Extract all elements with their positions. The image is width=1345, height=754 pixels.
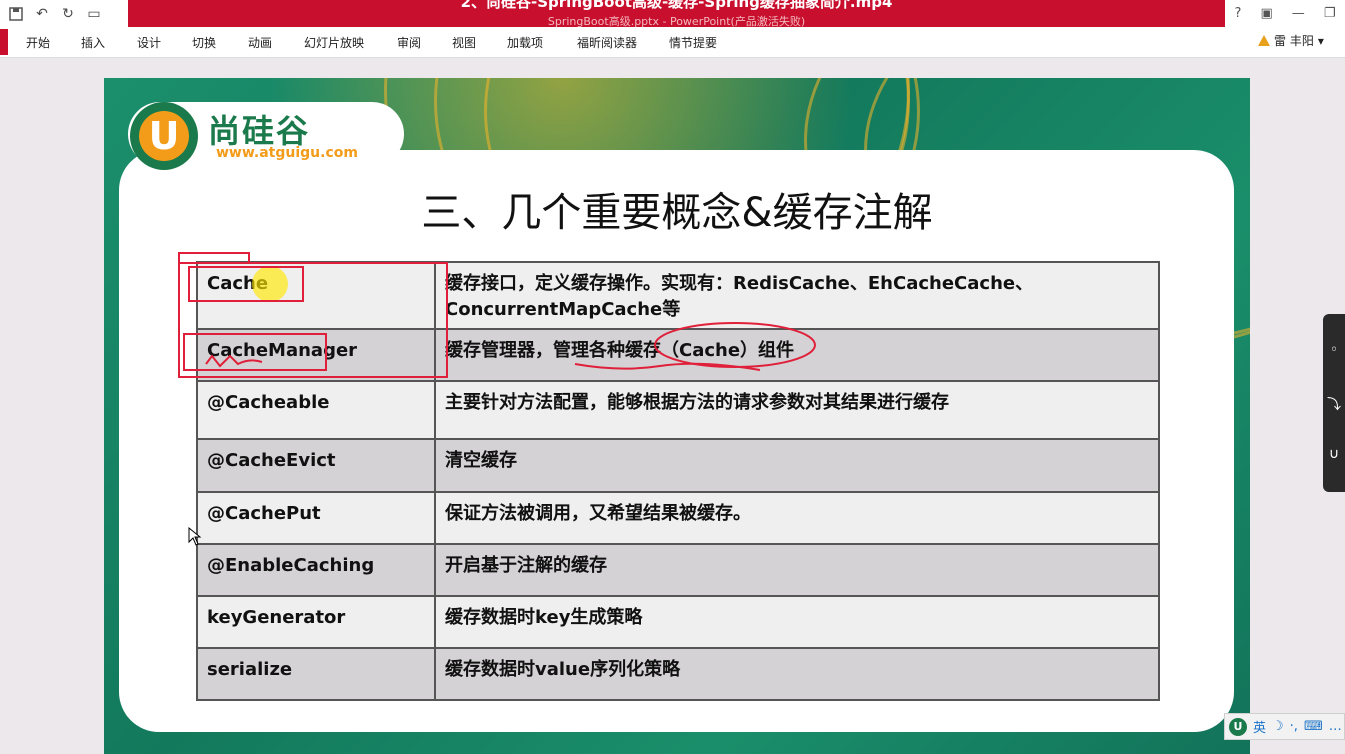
keyboard-icon[interactable]: ⌨ (1304, 719, 1323, 734)
mouse-cursor-icon (188, 527, 202, 546)
ime-toolbar: U 英 ☽ ·, ⌨ … (1224, 713, 1345, 740)
more-icon[interactable]: … (1329, 719, 1342, 734)
ime-language[interactable]: 英 (1253, 717, 1266, 736)
punctuation-icon[interactable]: ·, (1290, 719, 1298, 734)
side-control-icon[interactable]: ∪ (1323, 446, 1345, 462)
annotation-circle (654, 322, 816, 368)
side-control-icon[interactable]: ⤵ (1323, 394, 1345, 414)
moon-icon[interactable]: ☽ (1272, 719, 1284, 734)
annotation-strokes (205, 322, 816, 371)
side-control-icon[interactable]: ◦ (1323, 342, 1345, 358)
annotation-underline (574, 362, 761, 371)
ime-logo-icon: U (1229, 717, 1247, 736)
annotation-squiggle (205, 354, 263, 368)
side-panel: ◦ ⤵ ∪ (1323, 314, 1345, 492)
